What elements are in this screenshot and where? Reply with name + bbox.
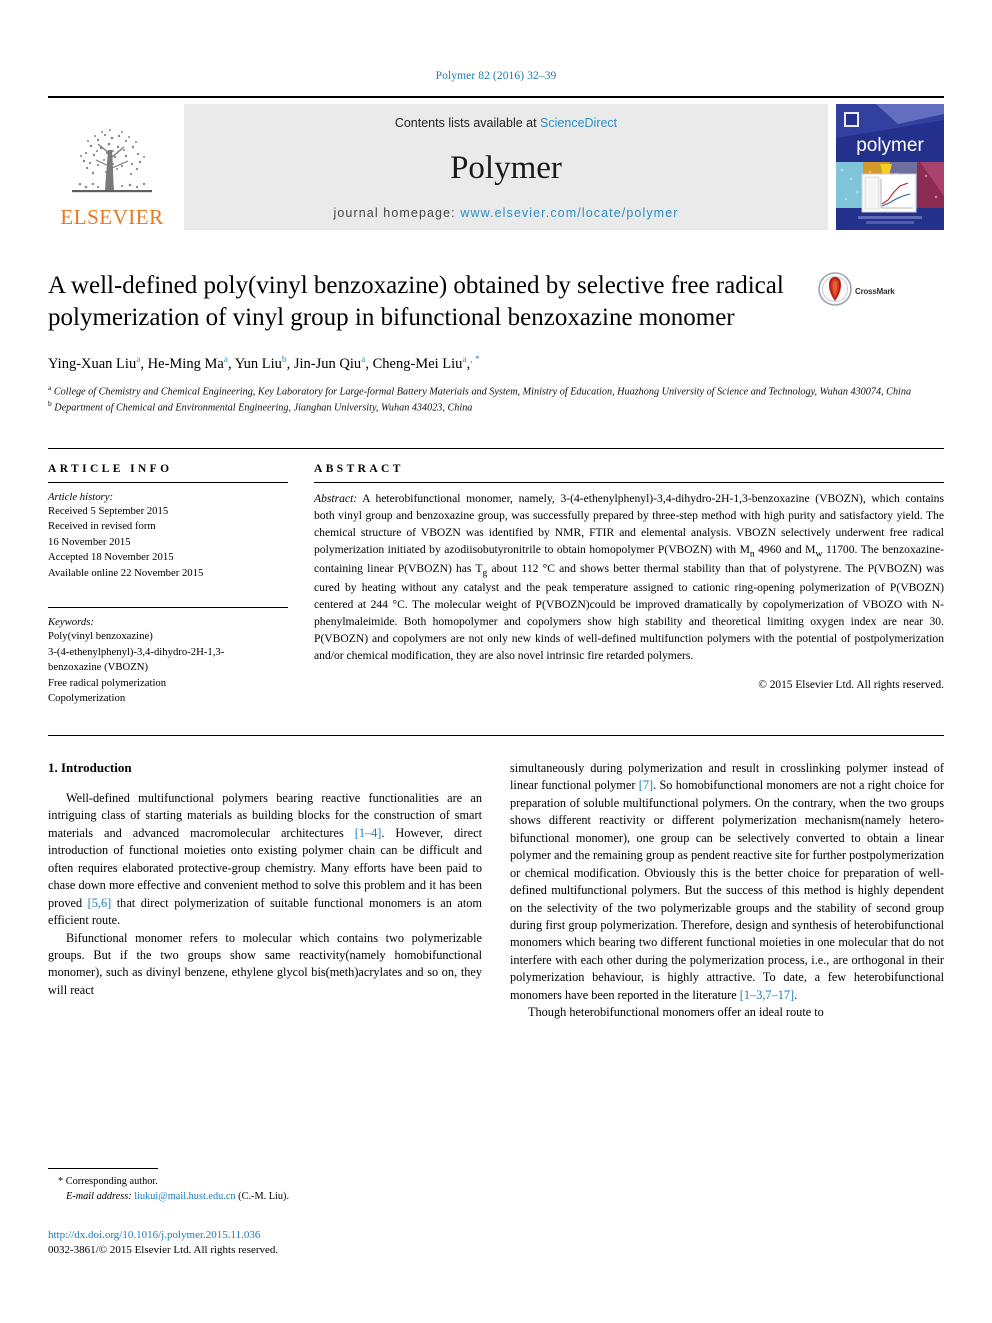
issn-copyright-line: 0032-3861/© 2015 Elsevier Ltd. All right… xyxy=(48,1244,279,1257)
crossmark-icon xyxy=(818,272,852,311)
keywords-block: Keywords: Poly(vinyl benzoxazine) 3-(4-e… xyxy=(48,607,288,707)
abstract-heading: ABSTRACT xyxy=(314,462,404,475)
doi-link[interactable]: http://dx.doi.org/10.1016/j.polymer.2015… xyxy=(48,1228,278,1243)
journal-title: Polymer xyxy=(450,149,562,186)
email-label: E-mail address: xyxy=(66,1190,132,1202)
abstract-text: A heterobifunctional monomer, namely, 3-… xyxy=(314,491,945,663)
article-info-heading: ARTICLE INFO xyxy=(48,462,173,475)
info-abstract-region: ARTICLE INFO Article history: Received 5… xyxy=(48,447,944,707)
article-info-column: ARTICLE INFO Article history: Received 5… xyxy=(48,463,288,707)
author-list: Ying-Xuan Liua, He-Ming Maa, Yun Liub, J… xyxy=(48,355,944,373)
crossmark-label: CrossMark xyxy=(855,287,895,296)
footnote-rule xyxy=(48,1168,158,1169)
affiliation-b: b Department of Chemical and Environment… xyxy=(48,399,473,414)
journal-banner: ELSEVIER Contents lists available at Sci… xyxy=(48,96,944,230)
article-history-list: Received 5 September 2015 Received in re… xyxy=(48,504,288,582)
keyword-item: Poly(vinyl benzoxazine) xyxy=(48,630,153,643)
contents-line: Contents lists available at ScienceDirec… xyxy=(395,116,617,130)
history-item: Received 5 September 2015 xyxy=(48,504,169,517)
affiliations: a College of Chemistry and Chemical Engi… xyxy=(48,383,944,416)
elsevier-tree-icon xyxy=(60,120,164,206)
keywords-list: Poly(vinyl benzoxazine) 3-(4-ethenylphen… xyxy=(48,629,288,707)
footer-doi-block: http://dx.doi.org/10.1016/j.polymer.2015… xyxy=(48,1228,278,1259)
paragraph: Bifunctional monomer refers to molecular… xyxy=(48,930,482,997)
title-block: A well-defined poly(vinyl benzoxazine) o… xyxy=(48,270,944,333)
abstract-label: Abstract: xyxy=(314,491,358,505)
contents-prefix: Contents lists available at xyxy=(394,116,541,130)
sciencedirect-link[interactable]: ScienceDirect xyxy=(540,116,617,130)
page-title: A well-defined poly(vinyl benzoxazine) o… xyxy=(48,272,784,331)
paragraph: Though heterobifunctional monomers offer… xyxy=(528,1005,824,1020)
keyword-item: 3-(4-ethenylphenyl)-3,4-dihydro-2H-1,3- xyxy=(48,645,225,658)
keyword-item: Copolymerization xyxy=(48,692,126,705)
journal-cover-thumbnail: polymer xyxy=(836,104,944,230)
affiliation-a: a College of Chemistry and Chemical Engi… xyxy=(48,382,912,398)
article-info-rule xyxy=(48,481,288,483)
corresponding-author-note: * Corresponding author. xyxy=(58,1176,158,1187)
journal-homepage-link[interactable]: www.elsevier.com/locate/polymer xyxy=(460,206,678,220)
section-heading-introduction: 1. Introduction xyxy=(48,759,132,775)
article-history-label: Article history: xyxy=(48,490,114,503)
elsevier-wordmark: ELSEVIER xyxy=(60,205,164,229)
elsevier-logo: ELSEVIER xyxy=(48,104,176,230)
body-column-left: 1. Introduction Well-defined multifuncti… xyxy=(48,760,482,1022)
svg-text:polymer: polymer xyxy=(856,135,924,156)
journal-homepage-line: journal homepage: www.elsevier.com/locat… xyxy=(333,206,678,220)
abstract-rule xyxy=(314,481,944,483)
footnote-block: * Corresponding author. E-mail address: … xyxy=(48,1168,468,1205)
history-item: Received in revised form xyxy=(48,520,156,533)
crossmark-badge[interactable]: CrossMark xyxy=(818,272,895,311)
keyword-item: benzoxazine (VBOZN) xyxy=(48,661,149,674)
homepage-prefix: journal homepage: xyxy=(333,206,461,220)
abstract-body: Abstract: A heterobifunctional monomer, … xyxy=(314,491,944,665)
email-note: E-mail address: liukui@mail.hust.edu.cn … xyxy=(48,1190,468,1205)
body-column-right: simultaneously during polymerization and… xyxy=(510,760,944,1022)
running-head: Polymer 82 (2016) 32–39 xyxy=(435,70,557,82)
abstract-copyright: © 2015 Elsevier Ltd. All rights reserved… xyxy=(758,678,944,691)
history-item: Accepted 18 November 2015 xyxy=(48,551,174,564)
history-item: 16 November 2015 xyxy=(48,535,131,548)
paragraph: simultaneously during polymerization and… xyxy=(510,760,945,1002)
journal-banner-center: Contents lists available at ScienceDirec… xyxy=(184,104,828,230)
authors-text: Ying-Xuan Liua, He-Ming Maa, Yun Liub, J… xyxy=(48,355,480,372)
email-link[interactable]: liukui@mail.hust.edu.cn xyxy=(134,1191,235,1202)
paper-page: Polymer 82 (2016) 32–39 ELSEVIER Content… xyxy=(0,0,992,1323)
body-region: 1. Introduction Well-defined multifuncti… xyxy=(48,734,944,1022)
keywords-label: Keywords: xyxy=(48,616,94,629)
history-item: Available online 22 November 2015 xyxy=(48,566,204,579)
keyword-item: Free radical polymerization xyxy=(48,676,167,689)
paragraph: Well-defined multifunctional polymers be… xyxy=(48,790,482,928)
email-suffix: (C.-M. Liu). xyxy=(238,1190,290,1202)
abstract-column: ABSTRACT Abstract: A heterobifunctional … xyxy=(314,463,944,707)
